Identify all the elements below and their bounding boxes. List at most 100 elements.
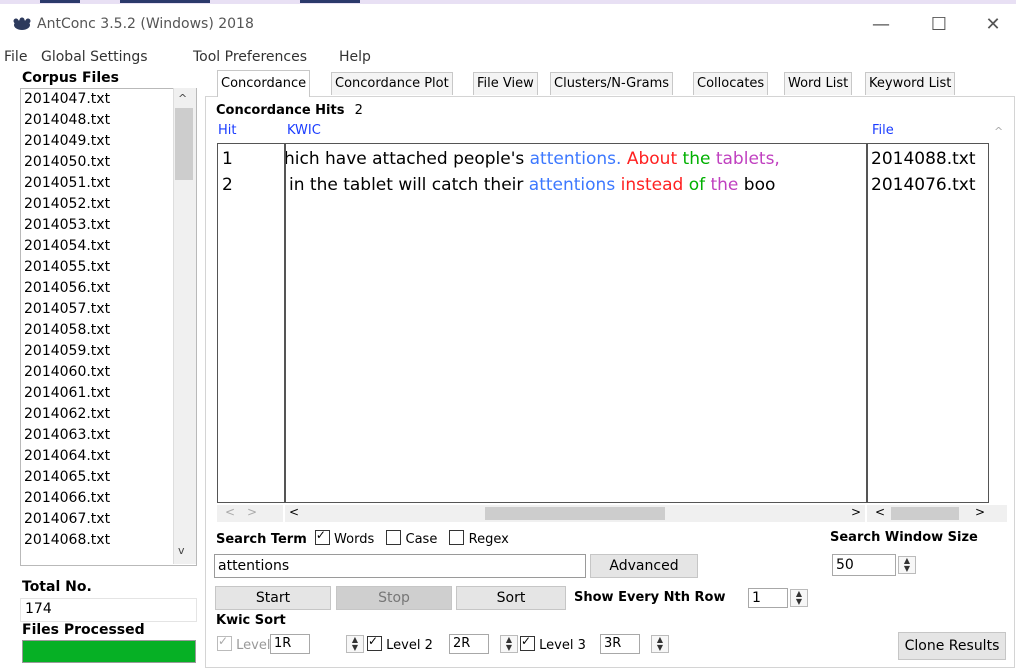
corpus-file-item[interactable]: 2014061.txt xyxy=(24,385,110,401)
corpus-file-item[interactable]: 2014049.txt xyxy=(24,133,110,149)
total-label: Total No. xyxy=(22,579,92,595)
level2-spinner[interactable]: ▲ ▼ xyxy=(500,635,518,653)
app-icon xyxy=(13,17,31,30)
kwic-r4: boo xyxy=(743,175,776,195)
corpus-file-item[interactable]: 2014068.txt xyxy=(24,532,110,548)
menu-global-settings[interactable]: Global Settings xyxy=(41,49,148,65)
maximize-button[interactable]: ☐ xyxy=(916,10,962,40)
tab-concordance[interactable]: Concordance xyxy=(217,70,311,97)
close-button[interactable]: ✕ xyxy=(970,10,1016,40)
minimize-button[interactable]: — xyxy=(858,10,904,40)
kwic-line[interactable]: hich have attached people's attentions. … xyxy=(286,149,780,169)
corpus-file-item[interactable]: 2014065.txt xyxy=(24,469,110,485)
kwic-column-header[interactable]: KWIC xyxy=(287,123,321,138)
scroll-up-icon[interactable]: ^ xyxy=(178,92,187,105)
level1-spinner[interactable]: ▲ ▼ xyxy=(346,635,364,653)
nth-row-field[interactable]: 1 xyxy=(748,588,788,608)
scroll-left-icon[interactable]: < xyxy=(289,505,299,519)
scroll-right-icon[interactable]: > xyxy=(975,505,985,519)
corpus-file-item[interactable]: 2014060.txt xyxy=(24,364,110,380)
menu-help[interactable]: Help xyxy=(339,49,371,65)
kwic-hscrollbar[interactable]: < > xyxy=(285,505,865,522)
corpus-file-item[interactable]: 2014051.txt xyxy=(24,175,110,191)
file-hscroll-thumb[interactable] xyxy=(891,507,959,520)
window-size-spinner[interactable]: ▲ ▼ xyxy=(898,556,916,574)
hit-column[interactable]: 1 2 xyxy=(217,143,285,503)
corpus-file-item[interactable]: 2014052.txt xyxy=(24,196,110,212)
hit-column-header[interactable]: Hit xyxy=(218,123,236,138)
words-label: Words xyxy=(334,532,375,547)
corpus-file-item[interactable]: 2014054.txt xyxy=(24,238,110,254)
level2-label: Level 2 xyxy=(386,638,433,653)
show-every-nth-row-label: Show Every Nth Row xyxy=(574,590,726,605)
files-processed-label: Files Processed xyxy=(22,622,145,638)
tab-keyword-list[interactable]: Keyword List xyxy=(865,72,956,95)
concordance-hits-value: 2 xyxy=(354,103,363,118)
file-hscrollbar[interactable]: < > xyxy=(867,505,1007,522)
scroll-left-icon[interactable]: < xyxy=(875,505,885,519)
level1-checkbox[interactable] xyxy=(217,634,232,651)
hit-number: 1 xyxy=(222,149,233,169)
corpus-file-item[interactable]: 2014053.txt xyxy=(24,217,110,233)
kwic-line[interactable]: in the tablet will catch their attention… xyxy=(289,175,775,195)
corpus-file-item[interactable]: 2014048.txt xyxy=(24,112,110,128)
corpus-file-item[interactable]: 2014059.txt xyxy=(24,343,110,359)
level1-field[interactable]: 1R xyxy=(270,634,310,654)
tab-collocates[interactable]: Collocates xyxy=(693,72,769,95)
sort-button[interactable]: Sort xyxy=(456,586,566,610)
table-scroll-up-icon[interactable]: ^ xyxy=(994,125,1003,138)
tab-clusters-ngrams[interactable]: Clusters/N-Grams xyxy=(550,72,674,95)
scroll-right-icon[interactable]: > xyxy=(851,505,861,519)
tab-concordance-plot[interactable]: Concordance Plot xyxy=(331,72,453,95)
case-checkbox[interactable] xyxy=(386,530,402,545)
corpus-file-item[interactable]: 2014062.txt xyxy=(24,406,110,422)
scroll-right-icon[interactable]: > xyxy=(247,505,257,519)
search-input[interactable] xyxy=(214,554,586,578)
menu-tool-preferences[interactable]: Tool Preferences xyxy=(193,49,307,65)
corpus-file-item[interactable]: 2014063.txt xyxy=(24,427,110,443)
corpus-file-item[interactable]: 2014047.txt xyxy=(24,91,110,107)
level3-checkbox[interactable] xyxy=(520,634,535,651)
words-checkbox[interactable] xyxy=(314,528,330,545)
level2-field[interactable]: 2R xyxy=(449,634,489,654)
tab-file-view[interactable]: File View xyxy=(473,72,538,95)
kwic-sort-level3: Level 3 xyxy=(520,634,586,653)
kwic-hscroll-thumb[interactable] xyxy=(485,507,665,520)
tab-word-list[interactable]: Word List xyxy=(784,72,853,95)
kwic-r3: the xyxy=(710,175,739,195)
corpus-file-item[interactable]: 2014056.txt xyxy=(24,280,110,296)
scroll-left-icon[interactable]: < xyxy=(225,505,235,519)
level2-checkbox[interactable] xyxy=(367,634,382,651)
menu-file[interactable]: File xyxy=(4,49,27,65)
hit-hscrollbar[interactable]: < > xyxy=(217,505,283,522)
kwic-r2: the xyxy=(682,149,711,169)
corpus-scroll-thumb[interactable] xyxy=(175,108,193,180)
window-size-field[interactable]: 50 xyxy=(832,554,896,576)
regex-checkbox[interactable] xyxy=(449,530,465,545)
advanced-button[interactable]: Advanced xyxy=(590,554,698,578)
hit-file: 2014076.txt xyxy=(871,175,976,195)
corpus-file-item[interactable]: 2014066.txt xyxy=(24,490,110,506)
kwic-column[interactable]: hich have attached people's attentions. … xyxy=(285,143,867,503)
corpus-file-item[interactable]: 2014057.txt xyxy=(24,301,110,317)
start-button[interactable]: Start xyxy=(215,586,331,610)
kwic-sort-level2: Level 2 xyxy=(367,634,433,653)
concordance-hits-label: Concordance Hits xyxy=(216,103,345,118)
stop-button[interactable]: Stop xyxy=(336,586,452,610)
scroll-down-icon[interactable]: v xyxy=(178,544,185,557)
corpus-file-item[interactable]: 2014050.txt xyxy=(24,154,110,170)
corpus-file-list[interactable]: 2014047.txt 2014048.txt 2014049.txt 2014… xyxy=(20,88,197,566)
corpus-file-item[interactable]: 2014058.txt xyxy=(24,322,110,338)
corpus-file-item[interactable]: 2014055.txt xyxy=(24,259,110,275)
corpus-file-item[interactable]: 2014064.txt xyxy=(24,448,110,464)
file-column[interactable]: 2014088.txt 2014076.txt xyxy=(867,143,989,503)
nth-row-spinner[interactable]: ▲ ▼ xyxy=(790,589,808,607)
level3-spinner[interactable]: ▲ ▼ xyxy=(651,635,669,653)
corpus-file-item[interactable]: 2014067.txt xyxy=(24,511,110,527)
kwic-sort-label: Kwic Sort xyxy=(216,613,286,628)
window-title: AntConc 3.5.2 (Windows) 2018 xyxy=(37,16,254,32)
level3-field[interactable]: 3R xyxy=(600,634,640,654)
files-processed-progress xyxy=(22,640,196,663)
file-column-header[interactable]: File xyxy=(872,123,894,138)
clone-results-button[interactable]: Clone Results xyxy=(898,632,1006,660)
